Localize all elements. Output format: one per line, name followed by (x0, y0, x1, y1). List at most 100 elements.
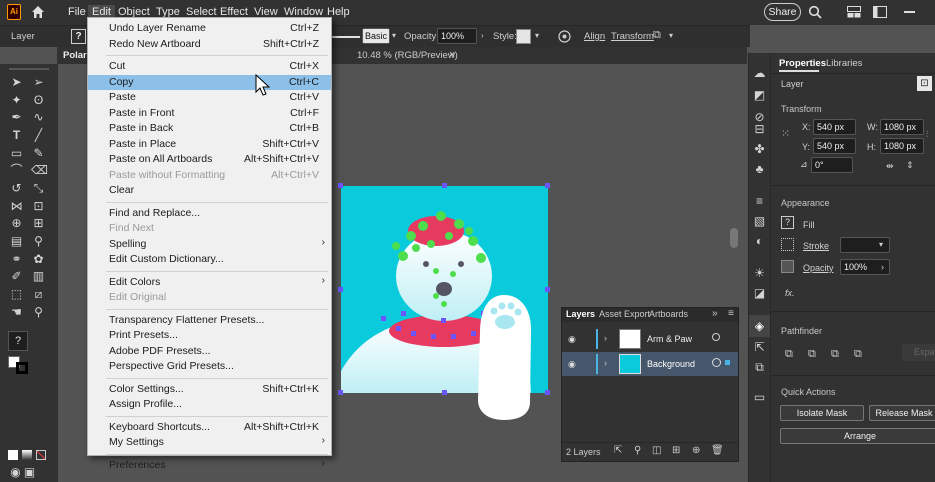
symbol-sprayer-icon[interactable]: ✿ (31, 253, 46, 266)
menu-item-adobe-pdf-presets[interactable]: Adobe PDF Presets... (88, 344, 331, 359)
zoom-tool-icon[interactable]: ⚲ (31, 306, 46, 319)
menu-item-color-settings[interactable]: Color Settings... Shift+Ctrl+K (88, 382, 331, 397)
opacity-label[interactable]: Opacity (803, 263, 834, 273)
graphic-styles-icon[interactable]: ◪ (752, 287, 767, 300)
paintbrush-icon[interactable]: ✎ (31, 147, 46, 160)
flip-horizontal-icon[interactable]: ⇹ (886, 161, 894, 172)
export-icon[interactable]: ⇱ (752, 341, 767, 354)
tab-properties[interactable]: Properties (779, 58, 826, 69)
perspective-grid-icon[interactable]: ⊞ (31, 217, 46, 230)
fill-color-mode-icon[interactable] (8, 450, 18, 460)
minimize-panel-icon[interactable] (873, 6, 887, 18)
tab-layers[interactable]: Layers (566, 309, 595, 319)
w-input[interactable]: 1080 px (880, 119, 924, 135)
target-circle-icon[interactable] (712, 333, 720, 341)
menu-item-copy[interactable]: Copy Ctrl+C (88, 74, 331, 90)
align-panel-icon[interactable]: ⊟ (752, 123, 767, 136)
tab-artboards[interactable]: Artboards (649, 309, 688, 319)
document-tab-title-start[interactable]: Polar (63, 50, 87, 61)
menu-item-undo-layer-rename[interactable]: Undo Layer Rename Ctrl+Z (88, 21, 331, 36)
close-tab-icon[interactable]: × (449, 49, 455, 61)
trash-icon[interactable]: 🗑 (711, 445, 724, 456)
exclude-icon[interactable]: ⧉ (854, 348, 862, 361)
new-layer-icon[interactable]: ⊕ (692, 445, 700, 456)
visibility-eye-icon[interactable]: ◉ (568, 359, 576, 370)
pen-tool-icon[interactable]: ✒ (9, 111, 24, 124)
artboard-handle-bl[interactable] (338, 390, 343, 395)
style-dropdown-icon[interactable]: ▾ (535, 31, 539, 40)
edit-toolbar-icon[interactable]: ? (8, 331, 28, 351)
stroke-swatch[interactable] (16, 362, 28, 374)
stroke-swatch-icon[interactable] (781, 238, 794, 251)
isolate-mask-button[interactable]: Isolate Mask (780, 405, 864, 421)
fill-swatch-icon[interactable]: ? (781, 216, 794, 229)
document-tab-title-end[interactable]: 10.48 % (RGB/Preview) (357, 50, 458, 61)
target-circle-icon[interactable] (712, 358, 721, 367)
stroke-dropdown-icon[interactable]: ▾ (879, 240, 883, 249)
expand-arrow-icon[interactable]: › (604, 333, 607, 343)
selection-indicator[interactable] (725, 360, 730, 365)
menu-item-my-settings[interactable]: My Settings › (88, 435, 331, 450)
menu-file[interactable]: File (64, 5, 90, 20)
paintbrush-alt-icon[interactable]: ✐ (9, 270, 24, 283)
comments-panel-icon[interactable]: ▭ (752, 391, 767, 404)
menu-item-keyboard-shortcuts[interactable]: Keyboard Shortcuts... Alt+Shift+Ctrl+K (88, 420, 331, 435)
menu-item-spelling[interactable]: Spelling › (88, 237, 331, 252)
hand-tool-icon[interactable]: ☚ (9, 306, 24, 319)
gradient-panel-icon[interactable]: ▧ (752, 215, 767, 228)
canvas-scrollbar[interactable] (730, 228, 738, 248)
new-sublayer-icon[interactable]: ⊞ (672, 445, 680, 456)
artboard-handle-mr[interactable] (545, 287, 550, 292)
menu-item-paste-on-all-artboards[interactable]: Paste on All Artboards Alt+Shift+Ctrl+V (88, 152, 331, 167)
menu-item-paste-in-place[interactable]: Paste in Place Shift+Ctrl+V (88, 137, 331, 152)
menu-item-paste-in-front[interactable]: Paste in Front Ctrl+F (88, 106, 331, 121)
gradient-tool-icon[interactable]: ▤ (9, 235, 24, 248)
none-mode-icon[interactable] (36, 450, 46, 460)
artboard-handle-tm[interactable] (442, 183, 447, 188)
menu-item-perspective-grid-presets[interactable]: Perspective Grid Presets... (88, 359, 331, 374)
artboard-tool-icon[interactable]: ⬚ (9, 288, 24, 301)
home-icon[interactable] (30, 4, 46, 20)
menu-item-assign-profile[interactable]: Assign Profile... (88, 397, 331, 412)
selection-tool-icon[interactable]: ➤ (9, 76, 24, 89)
minimize-window-icon[interactable] (904, 11, 915, 13)
menu-item-paste-in-back[interactable]: Paste in Back Ctrl+B (88, 121, 331, 136)
screen-mode-icon[interactable]: ▣ (22, 466, 37, 479)
search-icon[interactable] (808, 5, 822, 19)
lasso-icon[interactable]: ʘ (31, 94, 46, 107)
collapse-panel-icon[interactable]: » (712, 308, 718, 319)
symbols-panel-icon[interactable]: ♣ (752, 163, 767, 176)
transparency-panel-icon[interactable]: ◐ (752, 235, 767, 248)
export-layer-icon[interactable]: ⇱ (614, 445, 622, 456)
artboard-handle-ml[interactable] (338, 287, 343, 292)
align-link[interactable]: Align (584, 31, 605, 42)
rotate-tool-icon[interactable]: ↺ (9, 182, 24, 195)
slice-tool-icon[interactable]: ⧄ (31, 288, 46, 301)
direct-selection-icon[interactable]: ➢ (31, 76, 46, 89)
libraries-panel-icon[interactable]: ☁ (752, 67, 767, 80)
artboard-handle-tr[interactable] (545, 183, 550, 188)
help-icon[interactable]: ? (71, 29, 86, 44)
layer-name[interactable]: Background (647, 359, 695, 369)
layer-row-background[interactable]: ◉ › Background (562, 352, 738, 376)
menu-item-edit-custom-dictionary[interactable]: Edit Custom Dictionary... (88, 252, 331, 267)
constrain-proportions-icon[interactable]: ⫶ (926, 129, 928, 140)
menu-item-edit-colors[interactable]: Edit Colors › (88, 275, 331, 290)
curvature-icon[interactable]: ∿ (31, 111, 46, 124)
artboard-select-icon[interactable]: ⊡ (917, 76, 932, 91)
shape-builder-icon[interactable]: ⊕ (9, 217, 24, 230)
gradient-mode-icon[interactable] (22, 450, 32, 460)
image-trace-icon[interactable]: ◩ (752, 89, 767, 102)
tab-asset-export[interactable]: Asset Export (599, 309, 650, 319)
reference-point-icon[interactable]: ⁙ (781, 127, 790, 140)
artboard-handle-tl[interactable] (338, 183, 343, 188)
share-button[interactable]: Share (764, 3, 801, 21)
appearance-panel-icon[interactable]: ☀ (752, 267, 767, 280)
recolor-artwork-icon[interactable] (558, 30, 571, 43)
expand-arrow-icon[interactable]: › (604, 358, 607, 368)
stroke-panel-icon[interactable]: ≡ (752, 195, 767, 208)
menu-item-transparency-flattener-presets[interactable]: Transparency Flattener Presets... (88, 313, 331, 328)
minus-front-icon[interactable]: ⧉ (808, 348, 816, 361)
flip-vertical-icon[interactable]: ⇕ (906, 160, 914, 171)
blend-tool-icon[interactable]: ⚭ (9, 253, 24, 266)
